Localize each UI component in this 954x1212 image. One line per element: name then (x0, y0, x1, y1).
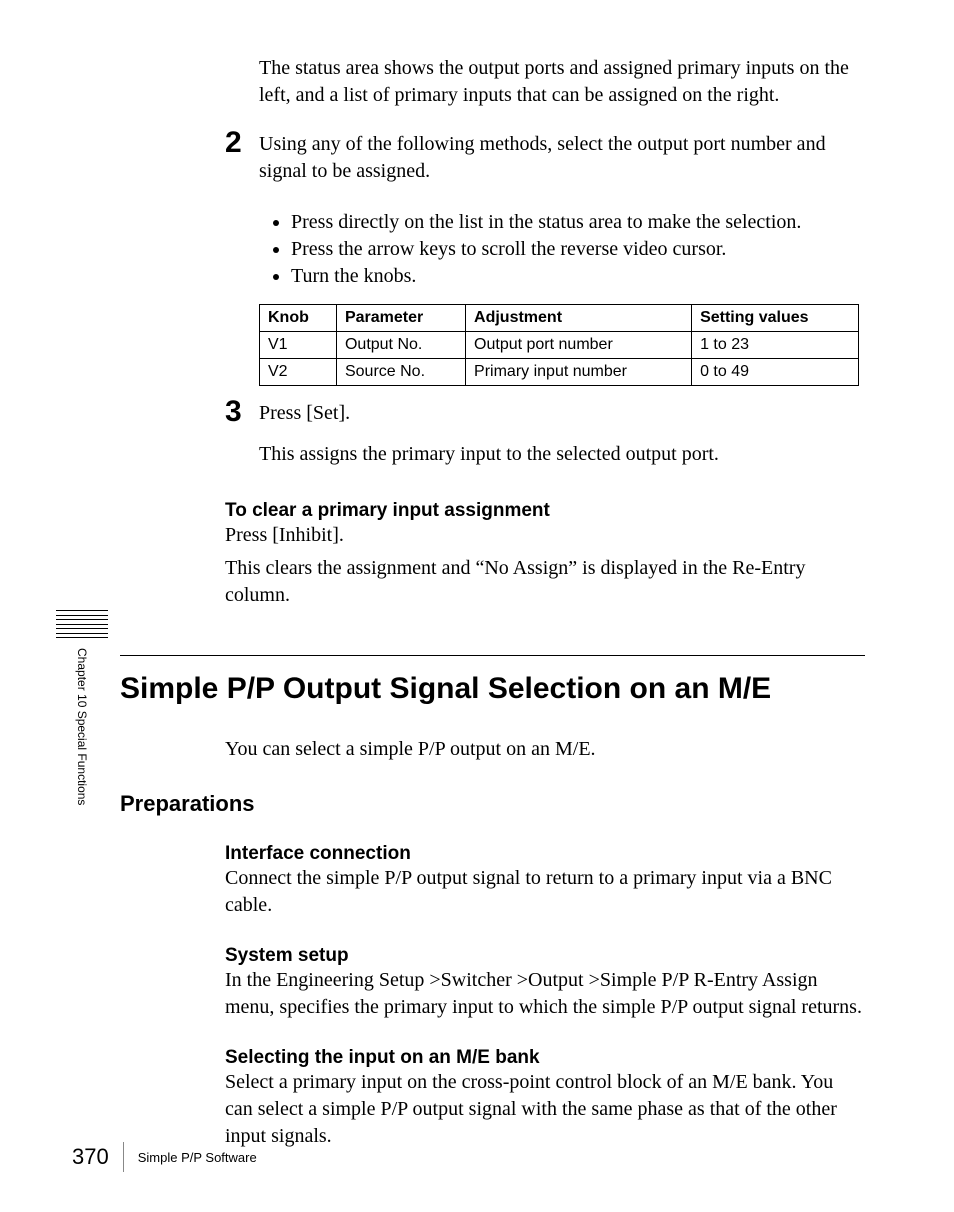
step-2-number: 2 (225, 128, 259, 158)
step-3-text: Press [Set]. (259, 400, 865, 427)
intro-paragraph: The status area shows the output ports a… (259, 55, 865, 109)
step-2-bullets: Press directly on the list in the status… (273, 209, 865, 290)
page: Chapter 10 Special Functions The status … (0, 0, 954, 1212)
table-cell: Source No. (336, 359, 465, 386)
section-intro: You can select a simple P/P output on an… (225, 736, 865, 763)
footer-section-name: Simple P/P Software (138, 1150, 257, 1165)
table-cell: V2 (260, 359, 337, 386)
step-3-follow: This assigns the primary input to the se… (259, 441, 865, 468)
table-cell: Output No. (336, 332, 465, 359)
bullet-item: Press directly on the list in the status… (291, 209, 865, 236)
clear-p1: Press [Inhibit]. (225, 522, 865, 549)
table-cell: Primary input number (466, 359, 692, 386)
table-header-cell: Adjustment (466, 305, 692, 332)
preparations-heading: Preparations (120, 791, 865, 817)
selecting-input-heading: Selecting the input on an M/E bank (225, 1047, 865, 1069)
table-header-cell: Parameter (336, 305, 465, 332)
interface-connection-heading: Interface connection (225, 843, 865, 865)
section-title: Simple P/P Output Signal Selection on an… (120, 672, 865, 706)
table-cell: 0 to 49 (692, 359, 859, 386)
sidebar-lines-icon (56, 610, 108, 638)
step-2-text: Using any of the following methods, sele… (259, 131, 865, 185)
step-2: 2 Using any of the following methods, se… (225, 131, 865, 191)
bullet-item: Press the arrow keys to scroll the rever… (291, 236, 865, 263)
table-row: V1 Output No. Output port number 1 to 23 (260, 332, 859, 359)
section-divider (120, 655, 865, 656)
interface-connection-body: Connect the simple P/P output signal to … (225, 865, 865, 919)
system-setup-heading: System setup (225, 945, 865, 967)
table-cell: Output port number (466, 332, 692, 359)
clear-p2: This clears the assignment and “No Assig… (225, 555, 865, 609)
step-3: 3 Press [Set]. This assigns the primary … (225, 400, 865, 474)
table-cell: V1 (260, 332, 337, 359)
sidebar-tab: Chapter 10 Special Functions (56, 610, 108, 805)
page-number: 370 (72, 1144, 109, 1170)
table-cell: 1 to 23 (692, 332, 859, 359)
footer-separator (123, 1142, 124, 1172)
table-header-cell: Setting values (692, 305, 859, 332)
table-row: V2 Source No. Primary input number 0 to … (260, 359, 859, 386)
page-footer: 370 Simple P/P Software (72, 1142, 257, 1172)
system-setup-body: In the Engineering Setup >Switcher >Outp… (225, 967, 865, 1021)
parameter-table: Knob Parameter Adjustment Setting values… (259, 304, 859, 386)
bullet-item: Turn the knobs. (291, 263, 865, 290)
table-header-row: Knob Parameter Adjustment Setting values (260, 305, 859, 332)
table-header-cell: Knob (260, 305, 337, 332)
main-content: The status area shows the output ports a… (225, 55, 865, 1156)
step-3-number: 3 (225, 397, 259, 427)
clear-heading: To clear a primary input assignment (225, 500, 865, 522)
sidebar-chapter-label: Chapter 10 Special Functions (75, 648, 89, 805)
selecting-input-body: Select a primary input on the cross-poin… (225, 1069, 865, 1150)
